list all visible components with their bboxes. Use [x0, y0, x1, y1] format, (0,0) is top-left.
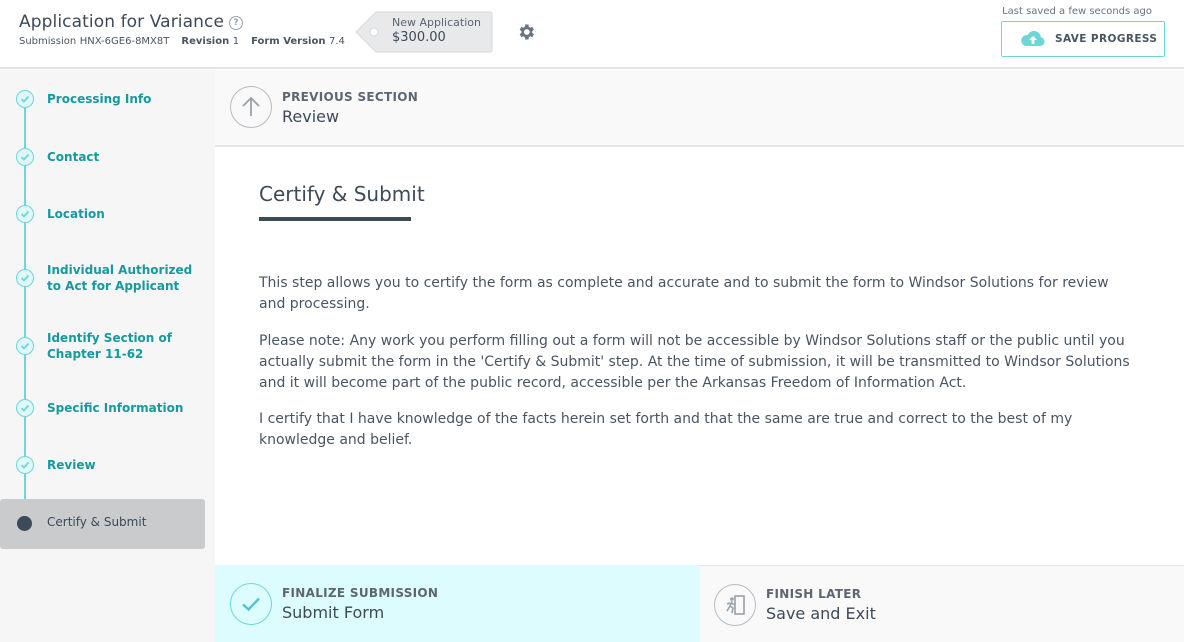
intro-paragraph: This step allows you to certify the form…	[259, 275, 1109, 312]
revision-label: Revision	[181, 36, 230, 47]
gear-icon[interactable]	[516, 22, 536, 42]
check-circle-icon	[16, 456, 34, 474]
exit-door-icon	[714, 584, 756, 626]
sidebar-item-label: Location	[47, 207, 105, 221]
tag-price: $300.00	[392, 30, 446, 45]
previous-section-name: Review	[282, 107, 340, 126]
sidebar-item-identify-section[interactable]: Identify Section of Chapter 11-62	[0, 328, 215, 364]
sidebar-item-label: Specific Information	[47, 401, 184, 415]
label-line-1: Individual Authorized	[47, 263, 193, 277]
app-title: Application for Variance ?	[19, 12, 244, 32]
label-line-1: Identify Section of	[47, 331, 172, 345]
tag-label: New Application	[392, 16, 481, 29]
sidebar-item-label: Certify & Submit	[47, 515, 147, 529]
sidebar-item-location[interactable]: Location	[0, 204, 215, 224]
save-progress-label: SAVE PROGRESS	[1055, 33, 1158, 45]
notice-paragraph: Please note: Any work you perform fillin…	[259, 333, 1130, 391]
finalize-submission-button[interactable]: FINALIZE SUBMISSION Submit Form	[215, 565, 700, 642]
certification-paragraph: I certify that I have knowledge of the f…	[259, 411, 1073, 448]
label-line-2: Chapter 11-62	[47, 347, 144, 361]
sidebar-item-processing-info[interactable]: Processing Info	[0, 89, 215, 109]
sidebar-item-individual-authorized[interactable]: Individual Authorized to Act for Applican…	[0, 260, 215, 296]
finish-later-button[interactable]: FINISH LATER Save and Exit	[700, 565, 1184, 642]
sidebar-item-contact[interactable]: Contact	[0, 147, 215, 167]
finish-later-label: Save and Exit	[766, 604, 876, 623]
submission-label: Submission	[19, 36, 77, 47]
submission-meta: Submission HNX-6GE6-8MX8T Revision 1 For…	[19, 36, 345, 47]
sidebar-item-specific-information[interactable]: Specific Information	[0, 398, 215, 418]
title-underline	[259, 217, 411, 221]
current-step-dot-icon	[17, 516, 32, 531]
sidebar-item-label: Identify Section of Chapter 11-62	[47, 330, 172, 362]
finish-later-kicker: FINISH LATER	[766, 587, 862, 601]
previous-section-kicker: PREVIOUS SECTION	[282, 90, 419, 104]
check-circle-icon	[16, 90, 34, 108]
sidebar-item-review[interactable]: Review	[0, 455, 215, 475]
sidebar-item-certify-submit[interactable]: Certify & Submit	[0, 499, 205, 549]
form-title: Application for Variance	[19, 12, 225, 32]
section-sidebar: Processing Info Contact Location Individ…	[0, 70, 215, 642]
sidebar-item-label: Contact	[47, 150, 100, 164]
last-saved-status: Last saved a few seconds ago	[1002, 6, 1152, 17]
finalize-label: Submit Form	[282, 603, 385, 622]
previous-section-button[interactable]: PREVIOUS SECTION Review	[215, 70, 1184, 147]
revision-value: 1	[232, 36, 240, 47]
check-circle-icon	[16, 148, 34, 166]
arrow-up-icon	[230, 86, 272, 128]
check-circle-icon	[16, 399, 34, 417]
question-circle-icon[interactable]: ?	[229, 16, 244, 30]
sidebar-item-label: Processing Info	[47, 92, 152, 106]
section-title: Certify & Submit	[259, 182, 425, 206]
app-header: Application for Variance ? Submission HN…	[0, 0, 1184, 69]
checkmark-icon	[230, 583, 272, 625]
submission-id: HNX-6GE6-8MX8T	[79, 36, 170, 47]
save-progress-button[interactable]: SAVE PROGRESS	[1001, 21, 1165, 57]
form-version-value: 7.4	[328, 36, 345, 47]
check-circle-icon	[16, 205, 34, 223]
cloud-upload-icon	[1021, 30, 1045, 46]
finalize-kicker: FINALIZE SUBMISSION	[282, 586, 439, 600]
sidebar-item-label: Review	[47, 458, 96, 472]
label-line-2: to Act for Applicant	[47, 279, 180, 293]
form-version-label: Form Version	[251, 36, 326, 47]
fee-tag: New Application $300.00	[354, 11, 493, 53]
check-circle-icon	[16, 269, 34, 287]
check-circle-icon	[16, 337, 34, 355]
sidebar-item-label: Individual Authorized to Act for Applican…	[47, 262, 192, 294]
